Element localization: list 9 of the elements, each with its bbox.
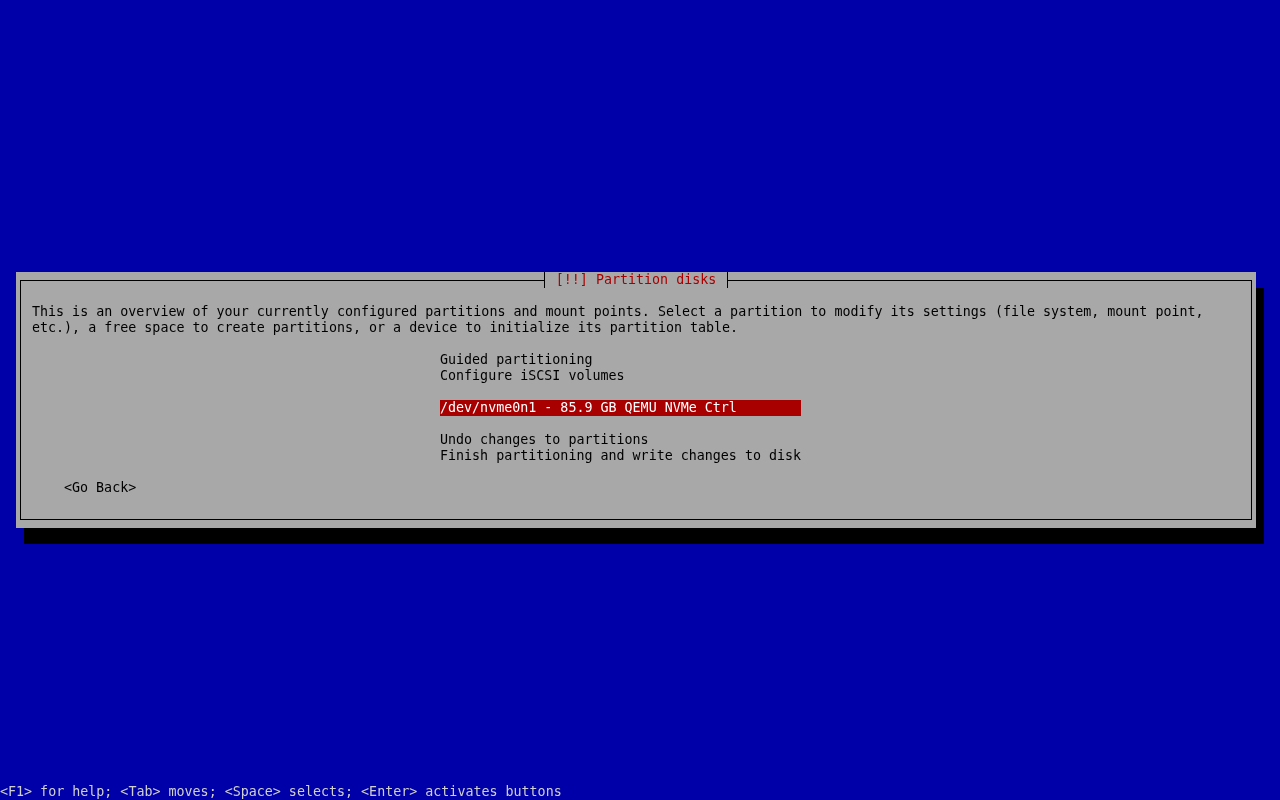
help-hint-text: <F1> for help; <Tab> moves; <Space> selects; <Enter> activates buttons — [0, 784, 563, 800]
dialog-title: [!!] Partition disks — [543, 272, 729, 288]
go-back-button[interactable]: <Go Back> — [64, 480, 137, 496]
description-text: This is an overview of your currently configured partitions and mount points. Select a partition to modify its settings (file system, mount point, etc.), a free space to create partitions, or a device to initialize its partition table. — [32, 304, 1205, 336]
menu-item[interactable]: Finish partitioning and write changes to disk — [440, 448, 802, 464]
menu-item[interactable]: Guided partitioning — [440, 352, 802, 368]
menu-item[interactable]: Configure iSCSI volumes — [440, 368, 802, 384]
menu-item[interactable]: Undo changes to partitions — [440, 432, 802, 448]
menu-item[interactable]: /dev/nvme0n1 - 85.9 GB QEMU NVMe Ctrl — [440, 400, 802, 416]
